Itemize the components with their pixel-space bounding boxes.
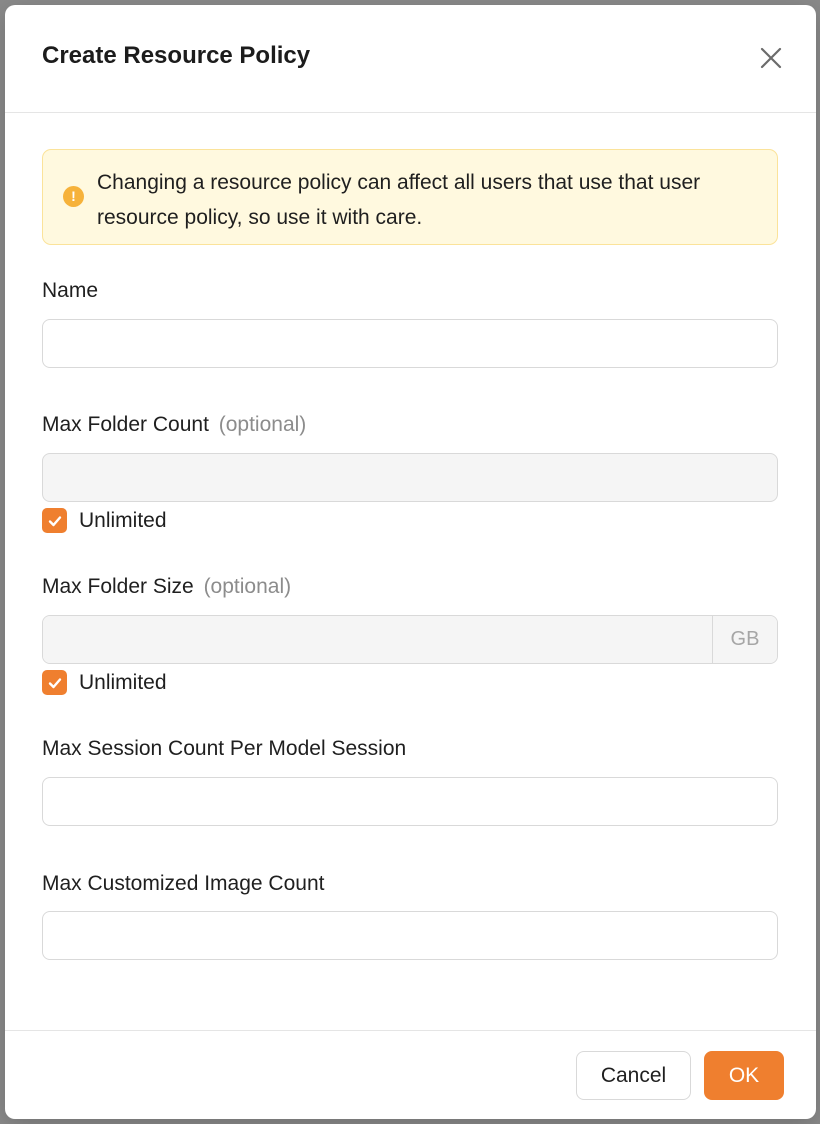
optional-tag: (optional) — [218, 413, 307, 436]
checkbox-checked-icon — [42, 670, 67, 695]
cancel-button[interactable]: Cancel — [576, 1051, 691, 1100]
exclamation-circle-icon: ! — [63, 186, 84, 207]
dialog-title: Create Resource Policy — [42, 42, 311, 69]
max-folder-size-label: Max Folder Size (optional) — [42, 575, 292, 598]
max-customized-image-count-input[interactable] — [42, 911, 778, 960]
optional-tag: (optional) — [203, 575, 292, 598]
max-folder-size-input[interactable] — [43, 616, 712, 663]
checkbox-checked-icon — [42, 508, 67, 533]
unlimited-label: Unlimited — [79, 508, 167, 532]
warning-alert: ! Changing a resource policy can affect … — [42, 149, 778, 245]
max-folder-size-input-group: GB — [42, 615, 778, 664]
dialog-footer: Cancel OK — [5, 1030, 816, 1119]
max-folder-size-unlimited-checkbox[interactable]: Unlimited — [42, 670, 167, 695]
max-customized-image-count-label: Max Customized Image Count — [42, 872, 325, 895]
dialog-header: Create Resource Policy — [5, 5, 816, 113]
close-icon — [760, 47, 782, 69]
max-folder-count-unlimited-checkbox[interactable]: Unlimited — [42, 508, 167, 533]
max-session-count-input[interactable] — [42, 777, 778, 826]
unit-addon: GB — [712, 616, 777, 663]
max-folder-count-label: Max Folder Count (optional) — [42, 413, 307, 436]
max-session-count-label: Max Session Count Per Model Session — [42, 737, 407, 760]
name-label: Name — [42, 279, 99, 302]
max-folder-count-input[interactable] — [42, 453, 778, 502]
close-button[interactable] — [758, 45, 784, 71]
name-input[interactable] — [42, 319, 778, 368]
ok-button[interactable]: OK — [704, 1051, 784, 1100]
warning-alert-text: Changing a resource policy can affect al… — [97, 171, 701, 229]
unlimited-label: Unlimited — [79, 670, 167, 694]
create-resource-policy-dialog: Create Resource Policy ! Changing a reso… — [5, 5, 816, 1119]
